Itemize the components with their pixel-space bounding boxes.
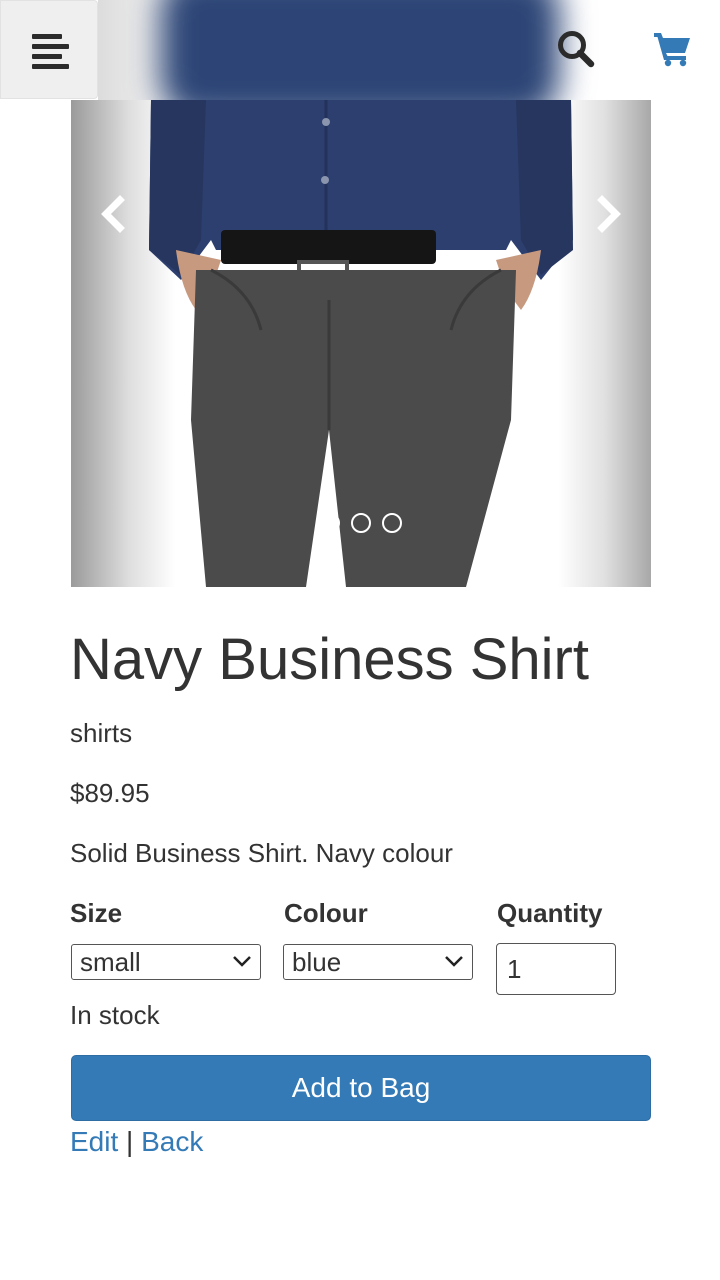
- size-select[interactable]: small: [71, 944, 261, 980]
- menu-button[interactable]: [0, 0, 98, 99]
- back-link[interactable]: Back: [141, 1126, 203, 1157]
- size-label: Size: [70, 898, 123, 928]
- menu-lines-icon: [32, 34, 62, 39]
- chevron-down-icon: [233, 956, 251, 967]
- product-price: $89.95: [70, 778, 150, 808]
- quantity-input[interactable]: 1: [496, 943, 616, 995]
- link-separator: |: [126, 1126, 134, 1157]
- stock-status: In stock: [70, 1000, 160, 1030]
- size-select-value: small: [80, 947, 141, 977]
- edit-link[interactable]: Edit: [70, 1126, 118, 1157]
- quantity-label: Quantity: [497, 898, 603, 928]
- search-icon[interactable]: [556, 29, 596, 69]
- carousel-dot[interactable]: [382, 513, 402, 533]
- cart-icon[interactable]: [652, 28, 692, 68]
- colour-select[interactable]: blue: [283, 944, 473, 980]
- top-bar: [0, 0, 720, 100]
- carousel-dot[interactable]: [351, 513, 371, 533]
- product-category: shirts: [70, 718, 133, 748]
- carousel-indicators: [320, 513, 402, 535]
- chevron-down-icon: [445, 956, 463, 967]
- product-image-carousel[interactable]: [71, 100, 651, 587]
- carousel-dot[interactable]: [320, 513, 340, 533]
- header-background: [98, 0, 720, 100]
- chevron-right-icon[interactable]: [589, 194, 629, 234]
- chevron-left-icon[interactable]: [93, 194, 133, 234]
- action-links: Edit | Back: [70, 1126, 203, 1158]
- product-title: Navy Business Shirt: [70, 627, 589, 692]
- product-description: Solid Business Shirt. Navy colour: [70, 838, 453, 868]
- add-to-bag-button[interactable]: Add to Bag: [71, 1055, 651, 1121]
- colour-label: Colour: [284, 898, 368, 928]
- colour-select-value: blue: [292, 947, 342, 977]
